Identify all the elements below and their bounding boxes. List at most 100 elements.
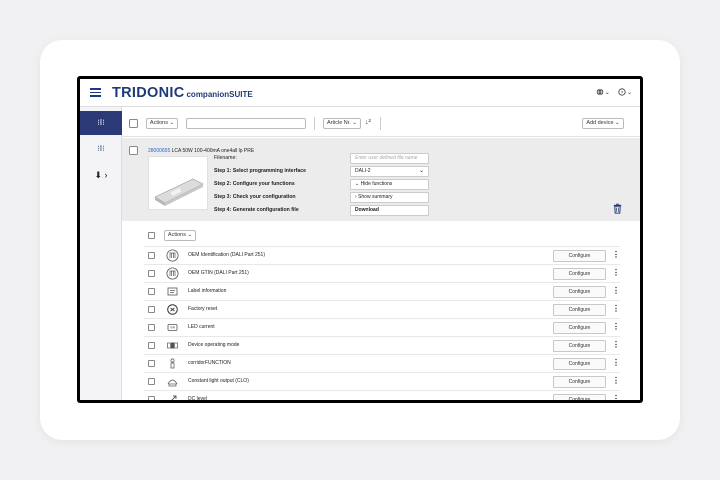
article-number-link[interactable]: 28000655	[148, 148, 170, 154]
factory-reset-icon	[166, 303, 179, 316]
function-checkbox[interactable]	[148, 378, 155, 385]
function-list: Actions ⌄ OEM Identification (DALI Part …	[122, 221, 640, 400]
chevron-down-icon: ⌄	[418, 168, 424, 174]
brand-name: TRIDONIC	[112, 85, 185, 101]
divider	[314, 117, 315, 130]
function-checkbox[interactable]	[148, 288, 155, 295]
show-summary-button[interactable]: › Show summary	[350, 192, 429, 203]
hide-functions-button[interactable]: ⌄ Hide functions	[350, 179, 429, 190]
configure-button[interactable]: Configure	[553, 376, 606, 388]
configure-button[interactable]: Configure	[553, 322, 606, 334]
more-options-icon[interactable]: ⋮	[612, 286, 620, 296]
function-checkbox[interactable]	[148, 342, 155, 349]
table-row: Device operating mode Configure ⋮	[144, 337, 620, 355]
step-1-label: Step 1:	[214, 168, 232, 174]
more-options-icon[interactable]: ⋮	[612, 340, 620, 350]
sort-order-icon[interactable]: ↓²	[365, 119, 371, 126]
step-1-text: Select programming interface	[232, 168, 306, 174]
configure-button[interactable]: Configure	[553, 358, 606, 370]
actions-dropdown[interactable]: Actions ⌄	[146, 118, 178, 129]
table-row: DC level Configure ⋮	[144, 391, 620, 400]
divider	[380, 117, 381, 130]
dc-level-icon	[166, 393, 179, 400]
led-current-icon: mA	[166, 321, 179, 334]
step-4-text: Generate configuration file	[232, 207, 299, 213]
configure-button[interactable]: Configure	[553, 394, 606, 400]
function-list-toolbar: Actions ⌄	[144, 227, 620, 247]
sidebar-item-download[interactable]: ⬇ ›	[80, 163, 122, 187]
step-4: Step 4: Generate configuration file	[214, 207, 299, 213]
device-image	[148, 156, 208, 210]
function-checkbox[interactable]	[148, 324, 155, 331]
function-label: Device operating mode	[188, 342, 240, 348]
interface-select-value: DALI-2	[355, 168, 371, 174]
function-checkbox[interactable]	[148, 306, 155, 313]
svg-text:?: ?	[621, 90, 624, 96]
app-window: TRIDONIC companionSUITE ⌄ ? ⌄ ⁝Ⅰ⁝ ⁝Ⅰ⁝ ⬇ › …	[80, 79, 640, 400]
more-options-icon[interactable]: ⋮	[612, 394, 620, 400]
step-3-text: Check your configuration	[232, 194, 296, 200]
function-label: OEM GTIN (DALI Part 251)	[188, 270, 249, 276]
step-3: Step 3: Check your configuration	[214, 194, 296, 200]
function-label: LED current	[188, 324, 215, 330]
select-all-checkbox[interactable]	[129, 119, 138, 128]
step-1: Step 1: Select programming interface	[214, 168, 306, 174]
table-row: corridorFUNCTION Configure ⋮	[144, 355, 620, 373]
clo-icon	[166, 375, 179, 388]
add-device-button[interactable]: Add device ⌄	[582, 118, 624, 129]
function-checkbox[interactable]	[148, 396, 155, 400]
more-options-icon[interactable]: ⋮	[612, 250, 620, 260]
function-label: Factory reset	[188, 306, 218, 312]
trash-icon[interactable]	[612, 201, 623, 214]
function-label: OEM Identification (DALI Part 251)	[188, 252, 265, 258]
more-options-icon[interactable]: ⋮	[612, 268, 620, 278]
table-row: OEM GTIN (DALI Part 251) Configure ⋮	[144, 265, 620, 283]
sidebar-item-program-device-2[interactable]: ⁝Ⅰ⁝	[80, 137, 122, 161]
function-label: corridorFUNCTION	[188, 360, 231, 366]
help-icon[interactable]: ? ⌄	[618, 87, 632, 96]
label-information-icon	[166, 285, 179, 298]
device-checkbox[interactable]	[129, 146, 138, 155]
step-3-label: Step 3:	[214, 194, 232, 200]
configure-button[interactable]: Configure	[553, 340, 606, 352]
configure-button[interactable]: Configure	[553, 268, 606, 280]
interface-select[interactable]: DALI-2 ⌄	[350, 166, 429, 177]
table-row: mA LED current Configure ⋮	[144, 319, 620, 337]
function-label: Label information	[188, 288, 227, 294]
table-row: Label information Configure ⋮	[144, 283, 620, 301]
function-label: Constant light output (CLO)	[188, 378, 249, 384]
device-title: 28000655 LCA 50W 100-400mA one4all lp PR…	[148, 148, 254, 154]
sidebar-item-program-device[interactable]: ⁝Ⅰ⁝	[80, 111, 122, 135]
configure-button[interactable]: Configure	[553, 250, 606, 262]
function-label: DC level	[188, 396, 207, 400]
brand-logo: TRIDONIC companionSUITE	[112, 85, 253, 101]
function-checkbox[interactable]	[148, 252, 155, 259]
more-options-icon[interactable]: ⋮	[612, 358, 620, 368]
more-options-icon[interactable]: ⋮	[612, 304, 620, 314]
sidebar: ⁝Ⅰ⁝ ⁝Ⅰ⁝ ⬇ ›	[80, 107, 122, 400]
table-row: OEM Identification (DALI Part 251) Config…	[144, 247, 620, 265]
header-icons: ⌄ ? ⌄	[590, 87, 632, 96]
step-2-label: Step 2:	[214, 181, 232, 187]
search-input[interactable]	[186, 118, 306, 129]
globe-icon[interactable]: ⌄	[596, 87, 612, 96]
app-header: TRIDONIC companionSUITE ⌄ ? ⌄	[80, 79, 640, 107]
device-name: LCA 50W 100-400mA one4all lp PRE	[171, 148, 255, 154]
function-checkbox[interactable]	[148, 360, 155, 367]
sort-field-dropdown[interactable]: Article Nr. ⌄	[323, 118, 361, 129]
table-row: Factory reset Configure ⋮	[144, 301, 620, 319]
configure-button[interactable]: Configure	[553, 286, 606, 298]
function-actions-dropdown[interactable]: Actions ⌄	[164, 230, 196, 241]
device-panel: 28000655 LCA 50W 100-400mA one4all lp PR…	[122, 138, 640, 221]
brand-subtitle: companionSUITE	[186, 90, 253, 99]
download-button[interactable]: Download	[350, 205, 429, 216]
select-all-functions-checkbox[interactable]	[148, 232, 155, 239]
function-checkbox[interactable]	[148, 270, 155, 277]
more-options-icon[interactable]: ⋮	[612, 376, 620, 386]
operating-mode-icon	[166, 339, 179, 352]
filename-input[interactable]: Enter user defined file name	[350, 153, 429, 164]
chevron-down-icon: ⌄	[604, 90, 610, 96]
configure-button[interactable]: Configure	[553, 304, 606, 316]
menu-icon[interactable]	[90, 88, 101, 97]
more-options-icon[interactable]: ⋮	[612, 322, 620, 332]
